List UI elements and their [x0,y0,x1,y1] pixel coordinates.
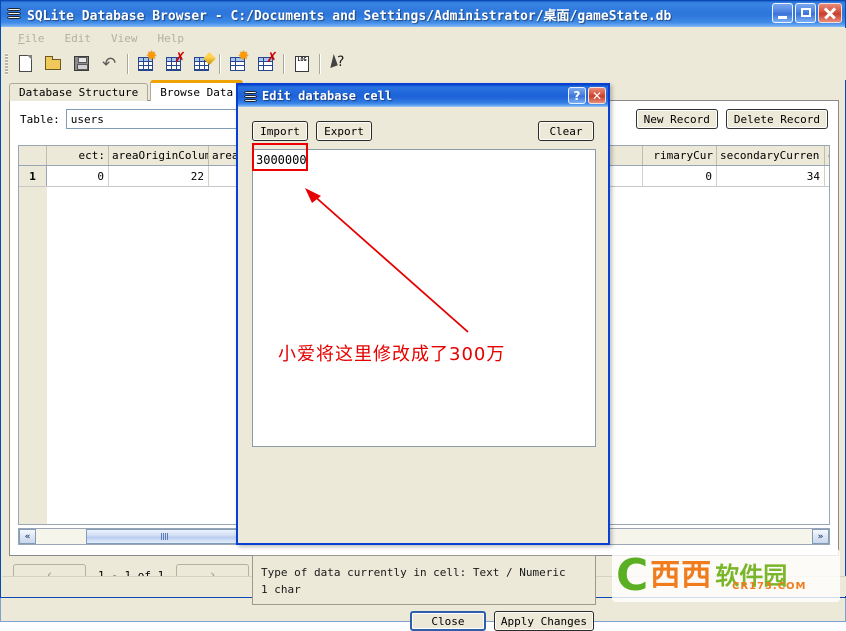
cell-value-text: 3000000 [256,153,308,167]
maximize-button[interactable] [795,3,816,23]
delete-table-icon[interactable]: ✗ [160,50,188,78]
tab-strip: Database Structure Browse Data [9,80,245,101]
dialog-close-button[interactable]: ✕ [588,87,606,104]
scrollbar-thumb[interactable] [86,529,243,544]
tab-browse-data[interactable]: Browse Data [150,80,244,101]
save-icon[interactable] [68,50,96,78]
create-index-icon[interactable]: ✸ [224,50,252,78]
modify-table-icon[interactable] [188,50,216,78]
database-icon [242,89,258,103]
dialog-footer: Close Apply Changes [238,611,594,631]
export-button[interactable]: Export [316,121,372,141]
toolbar-separator-2 [219,54,221,74]
delete-record-label: Delete Record [733,112,820,126]
undo-icon[interactable]: ↶ [96,50,124,78]
dialog-body: Import Export Clear 3000000 Type of data… [238,107,608,631]
toolbar-separator-3 [283,54,285,74]
menu-help[interactable]: Help [148,30,195,47]
menu-file[interactable]: File [8,30,55,47]
menubar: File Edit View Help [2,28,846,48]
table-select[interactable]: users [65,109,251,129]
toolbar-separator-1 [127,54,129,74]
tab-browse-data-label: Browse Data [160,85,234,99]
window-title: SQLite Database Browser - C:/Documents a… [27,8,672,24]
whats-this-icon[interactable]: ? [324,50,352,78]
dialog-titlebar[interactable]: Edit database cell ? ✕ [238,85,608,107]
cell-0-8[interactable] [825,166,829,186]
delete-index-icon[interactable]: ✗ [252,50,280,78]
column-header-6[interactable]: rimaryCur [643,146,717,165]
cell-0-6[interactable]: 0 [643,166,717,186]
create-table-icon[interactable]: ✸ [132,50,160,78]
cell-type-info: Type of data currently in cell: Text / N… [252,555,596,605]
watermark-logo: C 西西 软件园 CR173.COM [612,549,840,602]
delete-record-button[interactable]: Delete Record [725,109,828,129]
toolbar-grip[interactable] [5,53,8,75]
watermark-brand-cn: 西西 [650,557,713,593]
scroll-left-arrow-icon[interactable]: « [19,529,36,544]
toolbar: ↶ ✸ ✗ ✸ ✗ LOG ? [2,48,846,80]
dialog-help-button[interactable]: ? [568,87,586,104]
menu-file-rest: ile [24,31,45,45]
new-database-icon[interactable] [12,50,40,78]
new-record-label: New Record [643,112,710,126]
cell-0-7[interactable]: 34 [717,166,825,186]
scroll-right-arrow-icon[interactable]: » [812,529,829,544]
dialog-window-controls: ? ✕ [568,87,606,104]
clear-button[interactable]: Clear [538,121,594,141]
cell-value-textarea[interactable]: 3000000 [252,149,596,447]
column-header-7[interactable]: secondaryCurren [717,146,825,165]
column-header-0[interactable]: ect: [47,146,109,165]
grid-empty-area [19,187,47,524]
database-icon [5,6,23,22]
tab-database-structure[interactable]: Database Structure [9,83,149,101]
row-index[interactable]: 1 [19,166,47,186]
cell-value-string: 3000000 [256,153,307,167]
menu-view[interactable]: View [101,30,148,47]
cell-type-line-1: Type of data currently in cell: Text / N… [261,566,566,579]
text-caret [306,153,308,166]
log-icon[interactable]: LOG [288,50,316,78]
annotation-text: 小爱将这里修改成了300万 [278,344,506,365]
cell-0-1[interactable]: 22 [109,166,209,186]
open-database-icon[interactable] [40,50,68,78]
screen-root: SQLite Database Browser - C:/Documents a… [0,0,846,631]
column-header-8[interactable]: offerSeco [825,146,829,165]
import-button[interactable]: Import [252,121,308,141]
apply-changes-button[interactable]: Apply Changes [493,611,594,631]
grid-corner-cell[interactable] [19,146,47,165]
dialog-title: Edit database cell [262,89,393,103]
new-record-button[interactable]: New Record [635,109,718,129]
watermark-logo-letter: C [616,549,648,601]
table-label: Table: [20,112,60,126]
cell-0-0[interactable]: 0 [47,166,109,186]
dialog-close-action-button[interactable]: Close [409,611,486,631]
window-controls [772,3,842,23]
tab-database-structure-label: Database Structure [19,86,139,99]
edit-database-cell-dialog: Edit database cell ? ✕ Import Export Cle… [236,83,610,631]
minimize-button[interactable] [772,3,793,23]
watermark-domain: CR173.COM [732,581,807,592]
cell-type-line-2: 1 char [261,583,301,596]
toolbar-separator-4 [319,54,321,74]
menu-edit[interactable]: Edit [55,30,102,47]
column-header-1[interactable]: areaOriginColum [109,146,209,165]
dialog-toolbar: Import Export Clear [252,121,594,141]
window-titlebar[interactable]: SQLite Database Browser - C:/Documents a… [1,1,845,27]
table-select-value: users [70,112,104,126]
close-button[interactable] [818,3,842,23]
